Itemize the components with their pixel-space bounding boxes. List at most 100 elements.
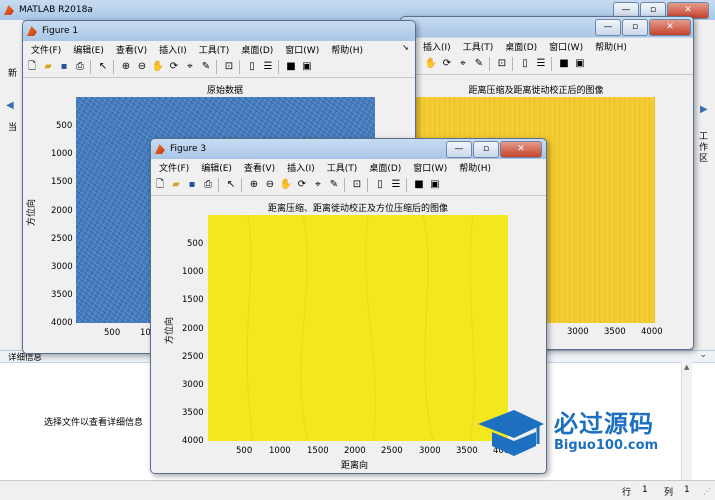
fig3-datacursor-icon[interactable]: ⌖: [312, 179, 324, 191]
fig3-xtick-5: 3000: [419, 446, 441, 456]
status-row-value: 1: [642, 485, 648, 495]
fig1-hide-plottools-icon[interactable]: ■: [285, 61, 297, 73]
fig3-zoom-in-icon[interactable]: ⊕: [248, 179, 260, 191]
figure2-close-button[interactable]: ✕: [649, 19, 691, 36]
fig2-xtick-1: 3500: [604, 327, 626, 337]
fig1-menu-file[interactable]: 文件(F): [31, 43, 61, 56]
fig2-menu-tools[interactable]: 工具(T): [463, 40, 494, 53]
fig2-hide-plottools-icon[interactable]: ■: [558, 58, 570, 70]
figure3-minimize-button[interactable]: —: [446, 141, 472, 158]
fig1-new-icon[interactable]: 🗋: [26, 61, 38, 73]
fig3-legend-icon[interactable]: ☰: [390, 179, 402, 191]
fig1-print-icon[interactable]: ⎙: [74, 61, 86, 73]
watermark-brand: 必过源码: [554, 410, 654, 438]
matlab-logo-icon: [4, 5, 14, 15]
resize-grip-icon[interactable]: ⋰: [703, 487, 711, 496]
fig2-menu-help[interactable]: 帮助(H): [595, 40, 627, 53]
fig2-rotate-icon[interactable]: ⟳: [441, 58, 453, 70]
fig1-colorbar-icon[interactable]: ▯: [246, 61, 258, 73]
fig3-menu-file[interactable]: 文件(F): [159, 161, 189, 174]
fig3-rotate-icon[interactable]: ⟳: [296, 179, 308, 191]
fig2-menu-desktop[interactable]: 桌面(D): [505, 40, 537, 53]
fig3-show-plottools-icon[interactable]: ▣: [429, 179, 441, 191]
fig2-link-icon[interactable]: ⊡: [496, 58, 508, 70]
fig3-menu-help[interactable]: 帮助(H): [459, 161, 491, 174]
fig1-edit-plot-icon[interactable]: ↖: [97, 61, 109, 73]
fig2-menu-window[interactable]: 窗口(W): [549, 40, 583, 53]
fig3-xtick-0: 500: [236, 446, 253, 456]
fig1-save-icon[interactable]: ▪: [58, 61, 70, 73]
fig1-legend-icon[interactable]: ☰: [262, 61, 274, 73]
workspace-side-tab[interactable]: 工作区: [699, 132, 709, 165]
fig1-menu-tools[interactable]: 工具(T): [199, 43, 230, 56]
fig3-ytick-2: 1500: [182, 295, 204, 305]
fig3-print-icon[interactable]: ⎙: [202, 179, 214, 191]
left-panel-current-label: 当: [8, 123, 18, 133]
fig1-pan-icon[interactable]: ✋: [152, 61, 164, 73]
figure2-minimize-button[interactable]: —: [595, 19, 621, 36]
fig2-xtick-2: 4000: [641, 327, 663, 337]
fig1-show-plottools-icon[interactable]: ▣: [301, 61, 313, 73]
right-panel-arrow-icon[interactable]: ▶: [700, 104, 708, 115]
fig3-new-icon[interactable]: 🗋: [154, 179, 166, 191]
fig1-brush-icon[interactable]: ✎: [200, 61, 212, 73]
figure2-menubar: 插入(I) 工具(T) 桌面(D) 窗口(W) 帮助(H): [401, 38, 693, 54]
fig3-menu-desktop[interactable]: 桌面(D): [369, 161, 401, 174]
fig2-brush-icon[interactable]: ✎: [473, 58, 485, 70]
fig3-menu-view[interactable]: 查看(V): [244, 161, 275, 174]
graduation-cap-logo-icon: [478, 410, 544, 456]
fig1-ytick-7: 4000: [51, 318, 73, 328]
fig3-menu-window[interactable]: 窗口(W): [413, 161, 447, 174]
fig3-xtick-3: 2000: [344, 446, 366, 456]
figure3-matlab-icon: [155, 144, 165, 154]
figure3-maximize-button[interactable]: ▫: [473, 141, 499, 158]
fig1-zoom-out-icon[interactable]: ⊖: [136, 61, 148, 73]
fig1-zoom-in-icon[interactable]: ⊕: [120, 61, 132, 73]
fig3-edit-plot-icon[interactable]: ↖: [225, 179, 237, 191]
fig1-menu-insert[interactable]: 插入(I): [159, 43, 187, 56]
figure1-titlebar: Figure 1: [23, 21, 415, 41]
fig2-plot-title: 距离压缩及距离徙动校正后的图像: [468, 86, 604, 96]
fig3-menu-edit[interactable]: 编辑(E): [201, 161, 232, 174]
status-col-label: 列: [664, 488, 674, 498]
matlab-left-panel: 新 ◀ 当: [0, 20, 24, 350]
fig1-menu-window[interactable]: 窗口(W): [285, 43, 319, 56]
fig1-link-icon[interactable]: ⊡: [223, 61, 235, 73]
fig3-menu-tools[interactable]: 工具(T): [327, 161, 358, 174]
fig3-pan-icon[interactable]: ✋: [280, 179, 292, 191]
figure3-toolbar: 🗋 ▰ ▪ ⎙ ↖ ⊕ ⊖ ✋ ⟳ ⌖ ✎ ⊡ ▯ ☰ ■ ▣: [151, 175, 546, 196]
fig2-legend-icon[interactable]: ☰: [535, 58, 547, 70]
fig3-zoom-out-icon[interactable]: ⊖: [264, 179, 276, 191]
figure2-titlebar: — ▫ ✕: [401, 17, 693, 37]
fig1-open-icon[interactable]: ▰: [42, 61, 54, 73]
fig3-link-icon[interactable]: ⊡: [351, 179, 363, 191]
figure1-matlab-icon: [27, 26, 37, 36]
fig1-menu-view[interactable]: 查看(V): [116, 43, 147, 56]
fig3-save-icon[interactable]: ▪: [186, 179, 198, 191]
fig1-menu-edit[interactable]: 编辑(E): [73, 43, 104, 56]
fig3-open-icon[interactable]: ▰: [170, 179, 182, 191]
fig1-menu-desktop[interactable]: 桌面(D): [241, 43, 273, 56]
fig3-hide-plottools-icon[interactable]: ■: [413, 179, 425, 191]
fig3-xtick-1: 1000: [269, 446, 291, 456]
fig1-datacursor-icon[interactable]: ⌖: [184, 61, 196, 73]
fig2-show-plottools-icon[interactable]: ▣: [574, 58, 586, 70]
fig3-menu-insert[interactable]: 插入(I): [287, 161, 315, 174]
fig1-rotate-icon[interactable]: ⟳: [168, 61, 180, 73]
fig3-ylabel: 方位向: [165, 316, 176, 345]
fig2-menu-insert[interactable]: 插入(I): [423, 40, 451, 53]
fig2-colorbar-icon[interactable]: ▯: [519, 58, 531, 70]
fig3-colorbar-icon[interactable]: ▯: [374, 179, 386, 191]
fig1-dock-arrow-icon[interactable]: ➘: [402, 43, 409, 52]
figure3-close-button[interactable]: ✕: [500, 141, 542, 158]
figure1-toolbar: 🗋 ▰ ▪ ⎙ ↖ ⊕ ⊖ ✋ ⟳ ⌖ ✎ ⊡ ▯ ☰ ■ ▣: [23, 57, 415, 78]
fig1-ytick-5: 3000: [51, 262, 73, 272]
fig1-menu-help[interactable]: 帮助(H): [331, 43, 363, 56]
fig2-pan-icon[interactable]: ✋: [425, 58, 437, 70]
figure2-maximize-button[interactable]: ▫: [622, 19, 648, 36]
fig1-ytick-6: 3500: [51, 290, 73, 300]
left-panel-arrow-icon[interactable]: ◀: [6, 100, 14, 111]
details-panel-chevron-icon[interactable]: ⌄: [699, 350, 707, 360]
fig2-datacursor-icon[interactable]: ⌖: [457, 58, 469, 70]
fig3-brush-icon[interactable]: ✎: [328, 179, 340, 191]
